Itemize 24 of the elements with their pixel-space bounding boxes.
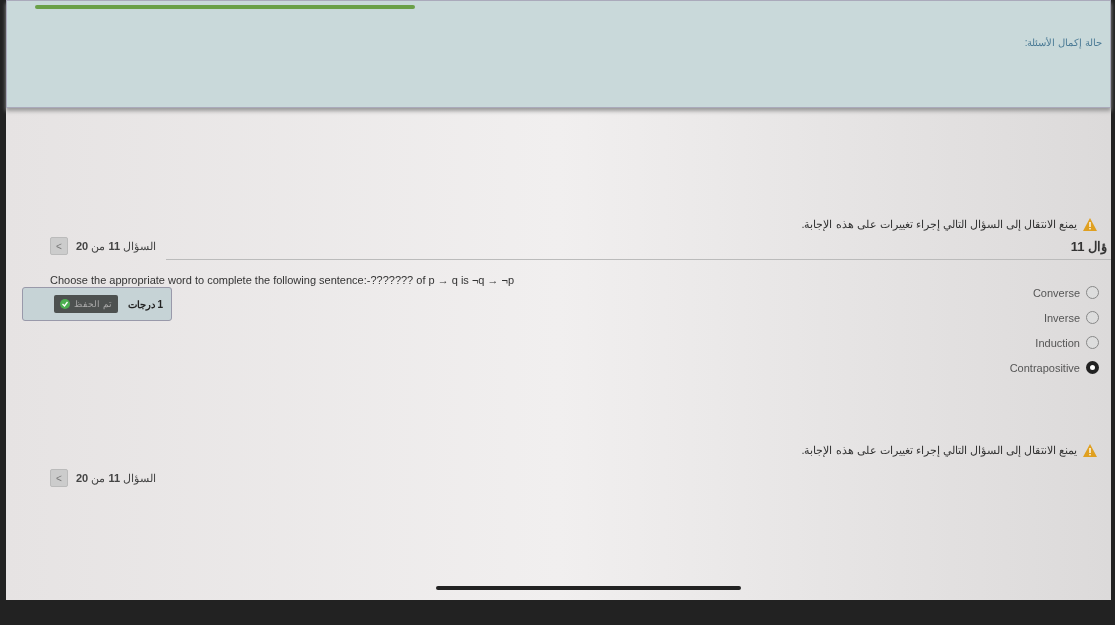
answer-option[interactable]: Induction [1035,336,1099,349]
option-label: Inverse [1043,311,1080,324]
warning-message: يمنع الانتقال إلى السؤال التالي إجراء تغييرات على هذه الإجابة. [801,444,1077,457]
answer-option[interactable]: Contrapositive [1009,361,1099,374]
grade-label: 1 درجات [127,298,163,310]
previous-button[interactable]: < [50,237,68,255]
answer-option[interactable]: Converse [1032,286,1099,299]
radio-button[interactable] [1086,336,1099,349]
check-icon [60,299,71,309]
warning-message: يمنع الانتقال إلى السؤال التالي إجراء تغييرات على هذه الإجابة. [801,218,1077,231]
option-label: Contrapositive [1009,361,1080,374]
saved-badge: تم الحفظ [54,295,118,313]
answer-option[interactable]: Inverse [1043,311,1099,324]
option-label: Induction [1035,336,1080,349]
completion-status-link[interactable]: حالة إكمال الأسئلة: [1024,37,1102,48]
option-label: Converse [1032,286,1080,299]
radio-button[interactable] [1086,286,1099,299]
warning-icon [1083,218,1097,231]
question-number: ؤال 11 [1070,238,1107,254]
warning-icon [1083,444,1097,457]
question-text: Choose the appropriate word to complete the following sentence:-??????? of p → q is ¬q → ¬p [50,274,516,286]
radio-button[interactable] [1086,361,1099,374]
previous-button[interactable]: < [50,469,68,487]
radio-button[interactable] [1086,311,1099,324]
